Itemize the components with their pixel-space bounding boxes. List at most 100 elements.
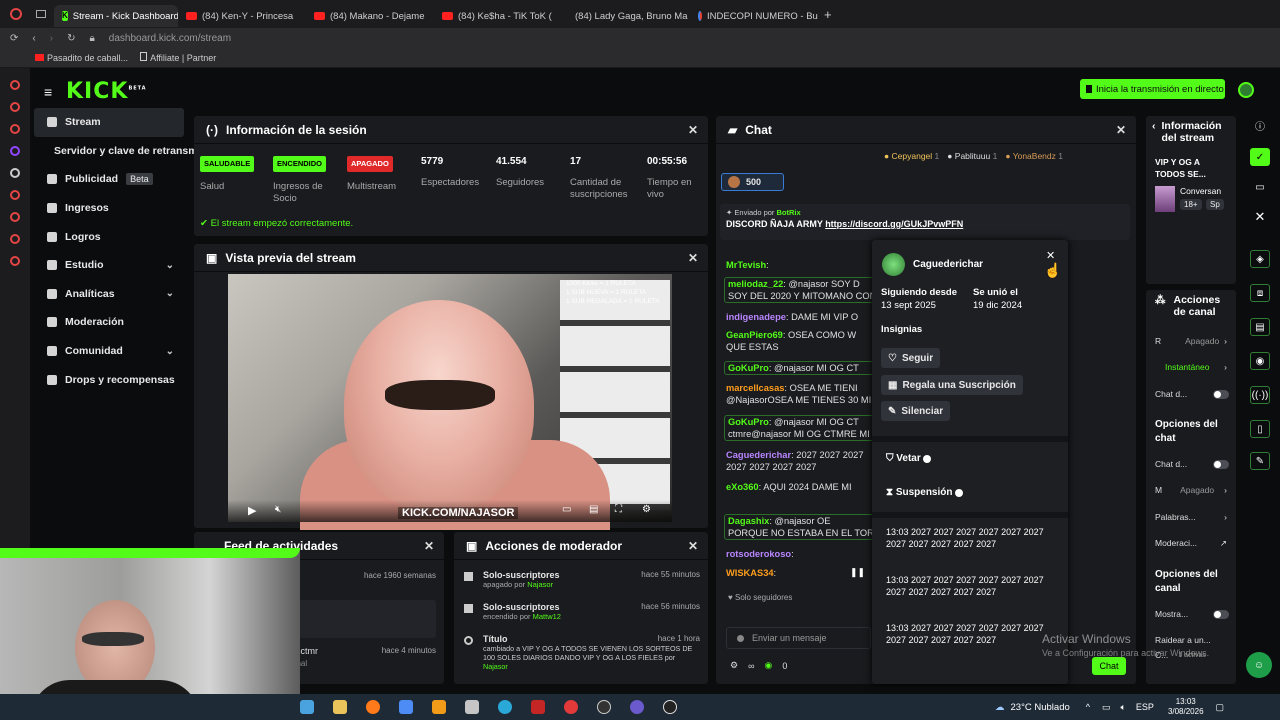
channel-option-row[interactable]: Raidear a un... <box>1155 635 1235 645</box>
gifter[interactable]: ● Pablituuu 1 <box>947 151 997 161</box>
qa-button-6-icon[interactable]: ▯ <box>1250 420 1270 438</box>
opera-icon[interactable] <box>564 700 578 714</box>
channel-action-row[interactable]: R Apagado › <box>1155 336 1235 346</box>
reload-icon[interactable]: ⟳ <box>10 33 18 44</box>
tab-kick-dashboard[interactable]: K Stream - Kick Dashboard <box>54 5 178 27</box>
sidebar-item-drops[interactable]: Drops y recompensas <box>34 365 184 394</box>
modaction-user[interactable]: Najasor <box>527 580 553 589</box>
file-explorer-icon[interactable] <box>333 700 347 714</box>
firefox-icon[interactable] <box>366 700 380 714</box>
chat-username[interactable]: GeanPiero69 <box>726 330 783 340</box>
chat-option-row[interactable]: Chat d... <box>1155 459 1235 469</box>
settings-gear-icon[interactable]: ⚙ <box>642 504 651 515</box>
weather-widget[interactable]: ☁ 23°C Nublado <box>995 702 1070 713</box>
back-icon[interactable]: ‹ <box>32 33 35 44</box>
windows-start-icon[interactable] <box>300 700 314 714</box>
follow-button[interactable]: ♡ Seguir <box>881 348 941 368</box>
chat-option-row[interactable]: Palabras... › <box>1155 512 1235 522</box>
language-indicator[interactable]: ESP <box>1136 702 1154 712</box>
channel-points[interactable]: ⚙ ∞ ◉ 0 <box>730 660 787 671</box>
sidebar-item-achievements[interactable]: Logros <box>34 222 184 251</box>
info-icon[interactable]: ⓘ <box>1250 116 1270 134</box>
gifter[interactable]: ● YonaBendz 1 <box>1005 151 1063 161</box>
sidebar-item-analytics[interactable]: Analíticas ⌄ <box>34 280 184 309</box>
pinned-user[interactable]: BotRix <box>777 208 801 217</box>
gift-sub-button[interactable]: ▦ Regala una Suscripción <box>881 375 1023 395</box>
x-icon[interactable] <box>10 168 20 178</box>
app-icon[interactable] <box>399 700 413 714</box>
game-icon[interactable] <box>531 700 545 714</box>
qa-button-5-icon[interactable]: ((·)) <box>1250 386 1270 404</box>
menu-icon[interactable]: ≡ <box>44 84 52 100</box>
chat-username[interactable]: MrTevish <box>726 260 766 270</box>
aria-icon[interactable] <box>10 80 20 90</box>
row-toggle[interactable] <box>1213 389 1229 399</box>
chat-username[interactable]: rotsoderokoso <box>726 549 791 559</box>
emoji-icon[interactable] <box>737 634 744 642</box>
channel-option-row[interactable]: Mostra... <box>1155 609 1235 619</box>
tab-youtube-4[interactable]: (84) Lady Gaga, Bruno Ma <box>562 5 690 27</box>
go-live-button[interactable]: Inicia la transmisión en directo <box>1080 79 1225 99</box>
media-icon[interactable] <box>663 700 677 714</box>
qa-button-4-icon[interactable]: ◉ <box>1250 352 1270 370</box>
extensions-icon[interactable] <box>10 234 20 244</box>
instagram-icon[interactable] <box>10 124 20 134</box>
volume-icon[interactable]: 🔈︎ <box>1121 702 1126 713</box>
sidebar-item-studio[interactable]: Estudio ⌄ <box>34 251 184 280</box>
gifter[interactable]: ● Cepyangel 1 <box>884 151 939 161</box>
network-icon[interactable]: ▭ <box>1102 702 1111 713</box>
obs-icon[interactable] <box>597 700 611 714</box>
sidebar-item-community[interactable]: Comunidad ⌄ <box>34 337 184 366</box>
tab-youtube-1[interactable]: (84) Ken-Y - Princesa <box>178 5 306 27</box>
layout-icon[interactable]: ▭ <box>1250 178 1270 196</box>
tab-youtube-2[interactable]: (84) Makano - Dejame <box>306 5 434 27</box>
notifications-icon[interactable]: ▢ <box>1216 702 1225 713</box>
kicks-counter[interactable]: 500 <box>721 173 784 191</box>
close-icon[interactable]: ✕ <box>424 539 434 553</box>
fullscreen-icon[interactable]: ⛶ <box>615 504 622 515</box>
chat-username[interactable]: WISKAS34 <box>726 568 774 578</box>
chat-username[interactable]: meliodaz_22 <box>728 279 783 289</box>
close-icon[interactable]: ✕ <box>1116 123 1126 137</box>
modaction-user[interactable]: Mattw12 <box>533 612 561 621</box>
sidebar-item-revenue[interactable]: Ingresos <box>34 194 184 223</box>
settings-gear-icon[interactable]: ⚙ <box>730 660 738 671</box>
chevron-left-icon[interactable]: ‹ <box>1152 120 1156 144</box>
check-icon[interactable]: ✓ <box>1250 148 1270 166</box>
chat-username[interactable]: GoKuPro <box>728 363 769 373</box>
avatar[interactable] <box>1238 82 1254 98</box>
channel-action-row[interactable]: Chat d... <box>1155 389 1235 399</box>
pinned-link[interactable]: https://discord.gg/GUkJPvwPFN <box>825 219 963 229</box>
bookmark-pasadito[interactable]: Pasadito de caball... <box>35 53 128 63</box>
chat-send-button[interactable]: Chat <box>1092 657 1126 675</box>
app-icon[interactable] <box>630 700 644 714</box>
tab-google[interactable]: INDECOPI NUMERO - Busc <box>690 5 818 27</box>
history-icon[interactable] <box>10 212 20 222</box>
twitch-icon[interactable] <box>10 146 20 156</box>
close-icon[interactable]: ✕ <box>1250 208 1270 226</box>
support-chat-icon[interactable]: ☺ <box>1246 652 1272 678</box>
qa-button-1-icon[interactable]: ◈ <box>1250 250 1270 268</box>
qa-button-3-icon[interactable]: ▤ <box>1250 318 1270 336</box>
chat-username[interactable]: GoKuPro <box>728 417 769 427</box>
row-toggle[interactable] <box>1213 609 1229 619</box>
row-toggle[interactable] <box>1213 459 1229 469</box>
qa-button-7-icon[interactable]: ✎ <box>1250 452 1270 470</box>
bookmark-affiliate[interactable]: Affiliate | Partner <box>140 52 216 63</box>
clock[interactable]: 13:03 3/08/2026 <box>1168 697 1204 717</box>
close-icon[interactable]: ✕ <box>688 123 698 137</box>
sidebar-item-moderation[interactable]: Moderación <box>34 308 184 337</box>
channel-action-row[interactable]: Instantáneo › <box>1155 362 1235 372</box>
chat-option-row[interactable]: Moderaci... ↗ <box>1155 538 1235 549</box>
messenger-icon[interactable] <box>10 102 20 112</box>
chat-input[interactable]: Enviar un mensaje <box>726 627 871 649</box>
store-icon[interactable] <box>465 700 479 714</box>
mute-button[interactable]: ✎ Silenciar <box>881 401 951 421</box>
workspaces-icon[interactable] <box>36 10 46 18</box>
opera-logo-icon[interactable] <box>10 8 22 20</box>
chat-username[interactable]: Caguederichar <box>726 450 791 460</box>
modaction-user[interactable]: Najasor <box>483 662 508 671</box>
sidebar-item-server-key[interactable]: Servidor y clave de retransm <box>34 137 198 166</box>
close-icon[interactable]: ✕ <box>688 539 698 553</box>
chat-username[interactable]: marcellcasas <box>726 383 784 393</box>
